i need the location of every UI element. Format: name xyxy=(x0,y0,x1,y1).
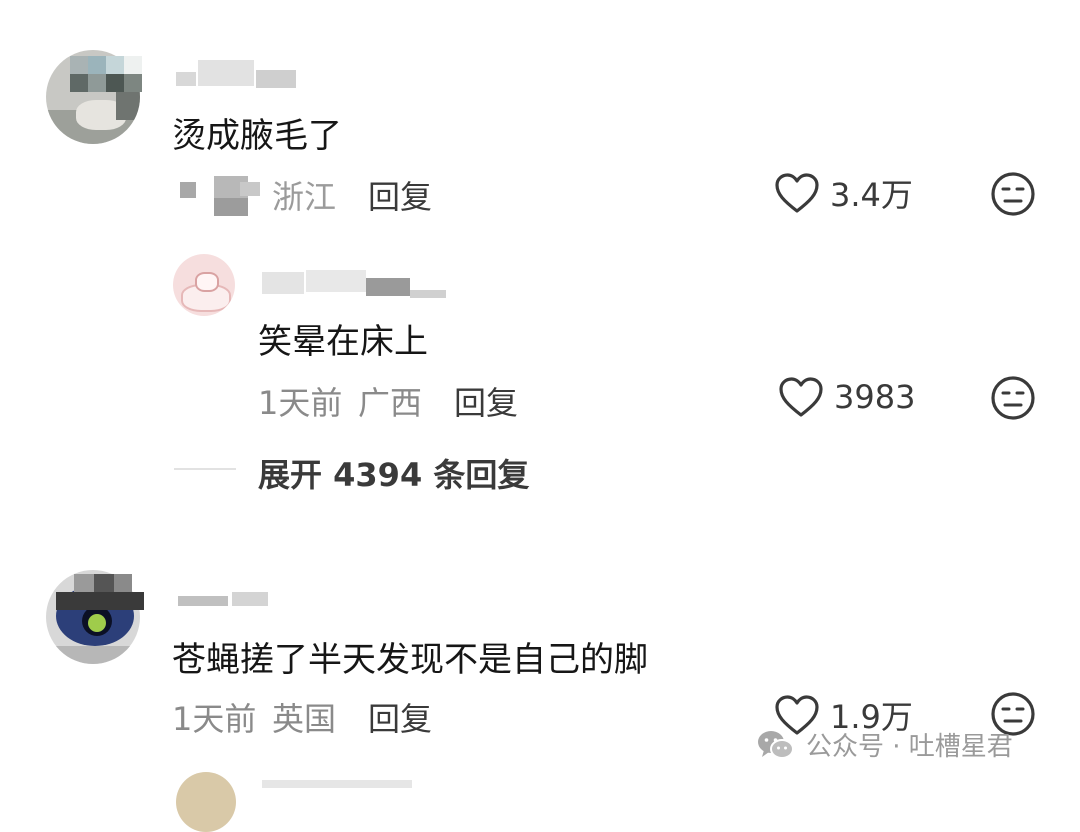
dislike-face-icon[interactable] xyxy=(990,171,1036,217)
heart-icon xyxy=(775,173,819,213)
avatar-mosaic xyxy=(70,56,142,96)
avatar[interactable] xyxy=(173,254,235,316)
time-redacted xyxy=(180,176,270,216)
expand-replies-divider xyxy=(174,468,236,470)
reply-button[interactable]: 回复 xyxy=(368,694,432,740)
username-redacted[interactable] xyxy=(262,266,452,306)
username-redacted xyxy=(262,780,412,788)
comment-time: 1天前 xyxy=(258,384,343,422)
heart-icon xyxy=(779,377,823,417)
avatar[interactable] xyxy=(176,772,236,832)
watermark: 公众号 · 吐槽星君 xyxy=(756,726,1013,763)
like-count: 3983 xyxy=(834,378,916,416)
comment-text: 笑晕在床上 xyxy=(258,322,428,362)
avatar-mosaic xyxy=(56,574,144,610)
wechat-icon xyxy=(758,730,794,759)
comment-location: 广西 xyxy=(358,384,423,422)
comment-location: 浙江 xyxy=(272,178,337,216)
reply-comment: 笑晕在床上 1天前 广西 回复 3983 xyxy=(0,250,1080,430)
comment-text: 烫成腋毛了 xyxy=(172,116,342,156)
username-redacted[interactable] xyxy=(178,590,278,610)
like-button[interactable]: 3.4万 xyxy=(774,170,913,216)
comment-time: 1天前 xyxy=(172,700,257,738)
reply-button[interactable]: 回复 xyxy=(368,172,432,218)
watermark-text: 公众号 · 吐槽星君 xyxy=(806,732,1013,762)
username-redacted[interactable] xyxy=(176,56,356,90)
comment: 烫成腋毛了 浙江 回复 3.4万 xyxy=(0,0,1080,250)
like-button[interactable]: 3983 xyxy=(778,376,915,418)
comment-text: 苍蝇搓了半天发现不是自己的脚 xyxy=(172,640,648,680)
reply-button[interactable]: 回复 xyxy=(454,378,518,424)
dislike-face-icon[interactable] xyxy=(990,375,1036,421)
like-count: 3.4万 xyxy=(830,176,913,214)
expand-replies-button[interactable]: 展开 4394 条回复 xyxy=(258,450,529,496)
comment-location: 英国 xyxy=(272,700,337,738)
